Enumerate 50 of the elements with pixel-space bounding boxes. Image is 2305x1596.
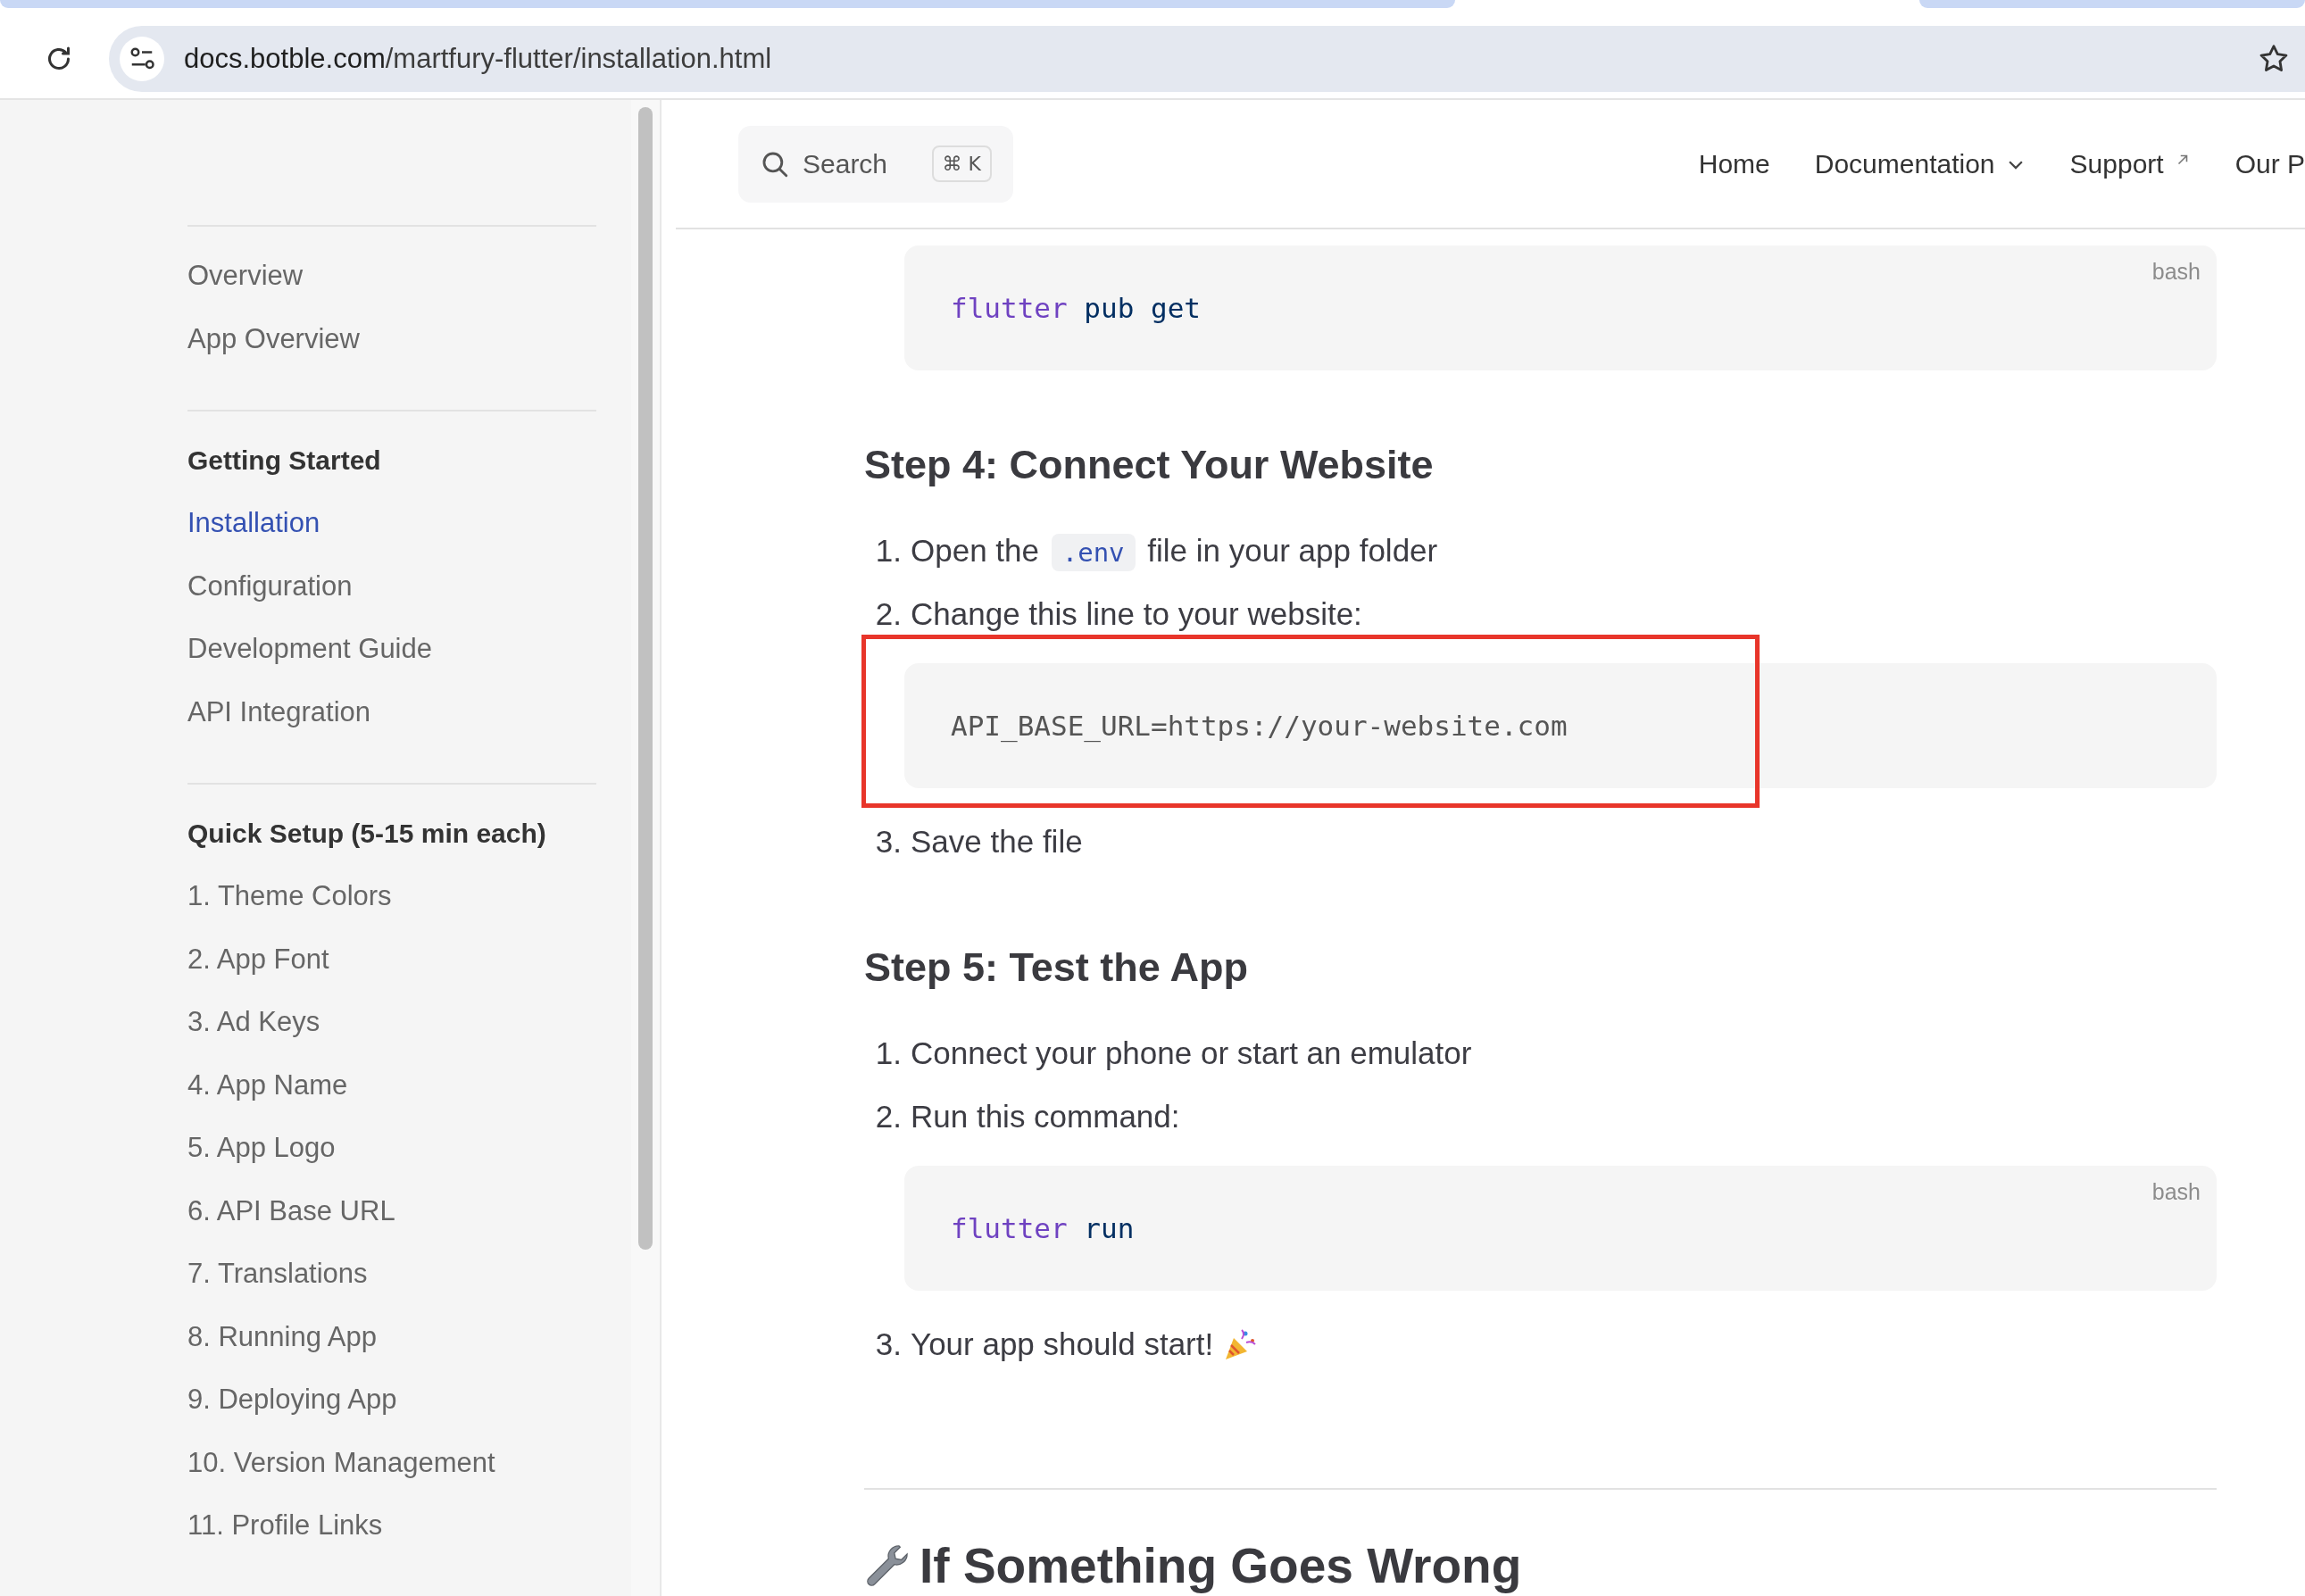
section-heading: Step 5: Test the App <box>864 943 1250 992</box>
sidebar-item[interactable]: 11. Profile Links <box>187 1494 596 1558</box>
sidebar-item[interactable]: 3. Ad Keys <box>187 991 596 1054</box>
sidebar-item[interactable]: 6. API Base URL <box>187 1179 596 1243</box>
search-placeholder: Search <box>803 148 888 179</box>
sidebar-item[interactable]: Configuration <box>187 554 596 618</box>
section-heading: If Something Goes Wrong <box>864 1525 2217 1596</box>
list-number: 2. <box>874 595 902 632</box>
sidebar-item[interactable]: App Overview <box>187 307 596 370</box>
list-number: 1. <box>874 532 902 569</box>
list-number: 2. <box>874 1098 902 1135</box>
sidebar-item[interactable]: 4. App Name <box>187 1053 596 1117</box>
keyboard-shortcut: ⌘ K <box>931 145 992 182</box>
site-settings-icon[interactable] <box>120 37 164 81</box>
code-line: API_BASE_URL=https://your-website.com <box>951 710 1568 742</box>
sidebar-item[interactable]: 8. Running App <box>187 1305 596 1368</box>
code-line: flutter pub get <box>951 292 1201 324</box>
sidebar-item[interactable]: 10. Version Management <box>187 1431 596 1494</box>
sidebar-item[interactable]: 2. App Font <box>187 927 596 991</box>
sidebar-item[interactable]: Installation <box>187 492 596 555</box>
sidebar-item[interactable]: 9. Deploying App <box>187 1368 596 1432</box>
code-line: flutter run <box>951 1212 1135 1244</box>
nav-link[interactable]: Documentation <box>1814 148 2026 179</box>
url-text[interactable]: docs.botble.com/martfury-flutter/installation.html <box>184 43 772 75</box>
list-item-text: Open the .env file in your app folder <box>911 532 1438 569</box>
list-number: 3. <box>874 1326 902 1362</box>
address-bar[interactable]: docs.botble.com/martfury-flutter/installation.html <box>109 26 2305 92</box>
list-item-text: Connect your phone or start an emulator <box>911 1035 1472 1071</box>
nav-link[interactable]: Our P <box>2234 148 2305 179</box>
sidebar-item[interactable]: 5. App Logo <box>187 1117 596 1180</box>
code-language-label: bash <box>2151 259 2201 285</box>
sidebar-item[interactable]: API Integration <box>187 680 596 744</box>
code-language-label: bash <box>2151 1179 2201 1205</box>
list-item-text: Run this command: <box>911 1098 1180 1135</box>
sidebar-heading: Quick Setup (5-15 min each) <box>187 818 547 850</box>
sidebar-heading: Getting Started <box>187 445 382 477</box>
list-number: 3. <box>874 823 902 860</box>
sidebar-item[interactable]: 7. Translations <box>187 1243 596 1306</box>
search-button[interactable]: Search ⌘ K <box>738 125 1013 203</box>
list-item-text: Change this line to your website: <box>911 595 1362 632</box>
section-heading: Step 4: Connect Your Website <box>864 441 1435 489</box>
list-number: 1. <box>874 1035 902 1071</box>
sidebar-item[interactable]: Development Guide <box>187 618 596 681</box>
nav-link[interactable]: Home <box>1698 148 1770 179</box>
list-item-text: Save the file <box>911 823 1083 860</box>
nav-link[interactable]: Support <box>2069 148 2191 179</box>
scrollbar-thumb[interactable] <box>638 107 653 1250</box>
sidebar-item[interactable]: 1. Theme Colors <box>187 865 596 928</box>
sidebar-item[interactable]: Overview <box>187 245 596 308</box>
list-item-text: Your app should start! <box>911 1326 1214 1362</box>
